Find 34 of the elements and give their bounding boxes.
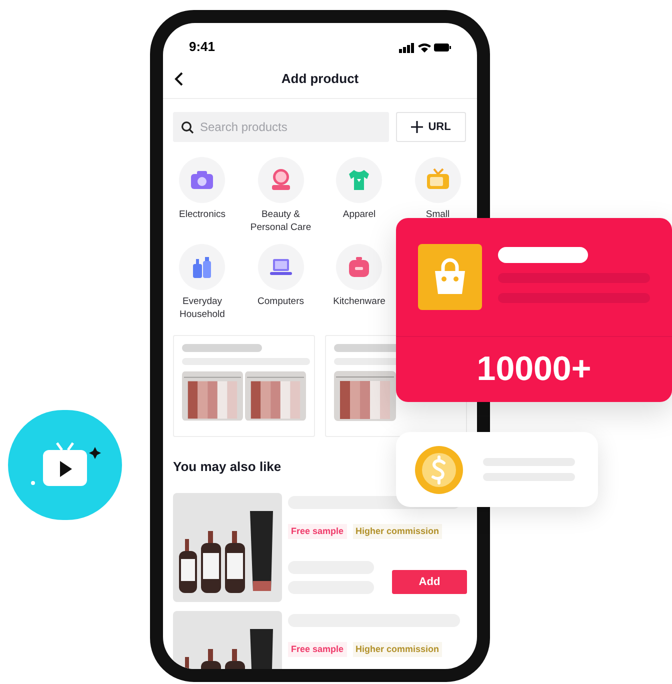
back-icon[interactable] bbox=[173, 70, 185, 86]
status-icons bbox=[399, 42, 451, 52]
category-button[interactable] bbox=[258, 244, 304, 290]
category-button[interactable] bbox=[179, 157, 226, 203]
category-label: Everyday Household bbox=[178, 295, 226, 321]
coin-icon bbox=[415, 446, 463, 494]
category-label: Beauty & Personal Care bbox=[249, 208, 312, 234]
category-button[interactable] bbox=[179, 244, 226, 290]
category-label: Electronics bbox=[178, 208, 226, 221]
section-title: You may also like bbox=[172, 458, 282, 476]
search-icon bbox=[181, 121, 194, 134]
status-time: 9:41 bbox=[189, 38, 216, 56]
page-title: Add product bbox=[281, 70, 359, 88]
product-tag: Free sample bbox=[288, 642, 347, 657]
product-tag: Higher commission bbox=[352, 524, 442, 539]
add-button[interactable]: Add bbox=[392, 570, 467, 594]
url-button[interactable]: URL bbox=[396, 112, 466, 142]
category-button[interactable] bbox=[336, 157, 382, 203]
photo-placeholder bbox=[334, 371, 396, 421]
product-tag: Higher commission bbox=[352, 642, 442, 657]
collection-card[interactable] bbox=[173, 335, 315, 437]
search-field[interactable]: Search products bbox=[173, 112, 389, 142]
category-label: Kitchenware bbox=[332, 295, 386, 308]
category-label: Computers bbox=[256, 295, 305, 308]
category-button[interactable] bbox=[258, 157, 304, 203]
category-label: Apparel bbox=[342, 208, 377, 221]
shopping-bag-icon bbox=[418, 244, 482, 310]
category-button[interactable] bbox=[336, 244, 382, 290]
category-label: Small bbox=[424, 208, 451, 221]
photo-placeholder bbox=[245, 371, 306, 421]
plus-icon bbox=[411, 121, 424, 133]
promo-count: 10000+ bbox=[476, 349, 592, 390]
photo-placeholder bbox=[182, 371, 243, 421]
product-tag: Free sample bbox=[288, 524, 347, 539]
